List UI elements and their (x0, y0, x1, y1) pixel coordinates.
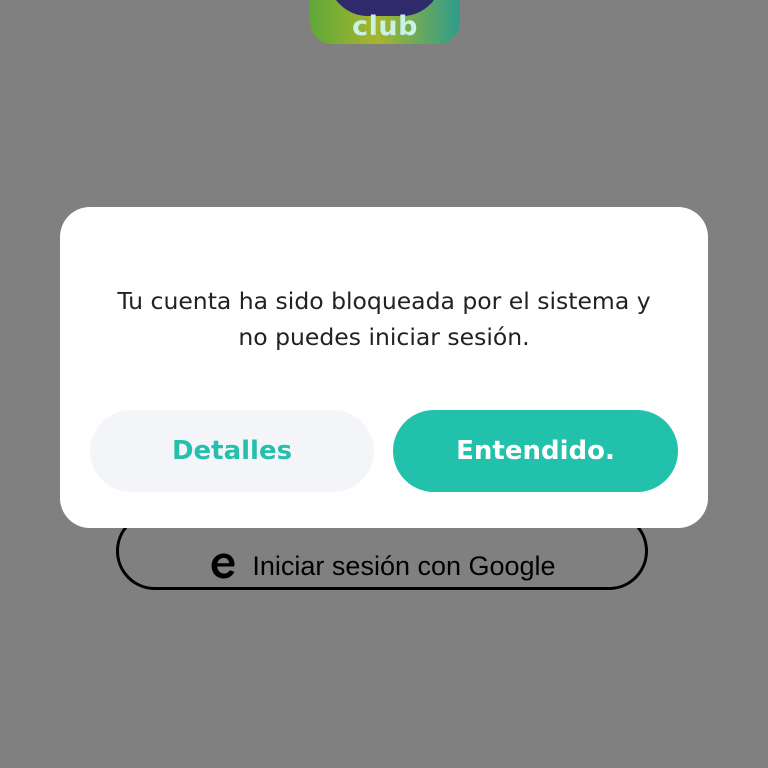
account-blocked-dialog: Tu cuenta ha sido bloqueada por el siste… (60, 207, 708, 528)
logo-text: club (352, 11, 418, 42)
details-button[interactable]: Detalles (90, 410, 374, 492)
google-icon (212, 553, 236, 579)
app-logo-icon: club (310, 0, 460, 44)
understood-button[interactable]: Entendido. (393, 410, 678, 492)
google-login-label: Iniciar sesión con Google (252, 550, 556, 581)
dialog-message: Tu cuenta ha sido bloqueada por el siste… (117, 287, 651, 351)
